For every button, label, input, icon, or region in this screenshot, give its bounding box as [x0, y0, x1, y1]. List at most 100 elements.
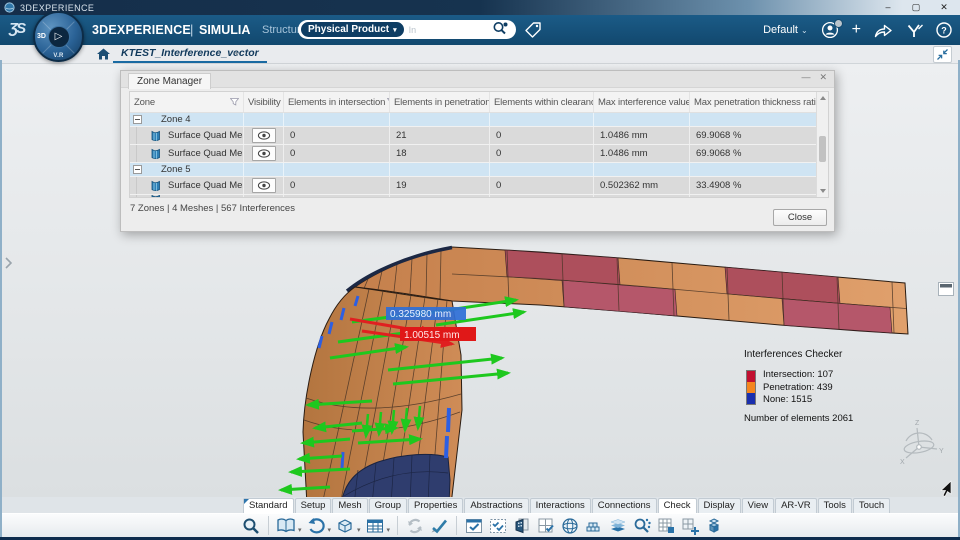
mesh-row[interactable]: Surface Quad Mesh.2 0 19 0 0.502362 mm 3… — [130, 177, 828, 195]
dialog-minimize-icon[interactable]: — — [801, 72, 810, 83]
ribbon-tab-view[interactable]: View — [741, 498, 775, 513]
ribbon-tab-interactions[interactable]: Interactions — [529, 498, 591, 513]
measurement-label-red[interactable]: 1.00515 mm — [400, 327, 476, 341]
toolbar-icon-zoom-details[interactable] — [631, 515, 653, 537]
toolbar-icon-layers[interactable] — [607, 515, 629, 537]
toolbar-icon-window-check[interactable] — [463, 515, 485, 537]
mesh-label: Surface Quad Mesh.2 — [168, 130, 243, 141]
cell-clearance: 0 — [490, 145, 594, 162]
user-avatar[interactable] — [821, 19, 843, 39]
toolbar-icon-cubes[interactable] — [703, 515, 725, 537]
right-panel-icon[interactable] — [938, 282, 954, 296]
zone-manager-dialog[interactable]: Zone Manager — ✕ Zone Visibility Element… — [120, 70, 835, 232]
column-header-max-interference[interactable]: Max interference value — [594, 92, 690, 112]
collapse-view-icon[interactable] — [933, 46, 952, 63]
ribbon-tab-group[interactable]: Group — [368, 498, 408, 513]
minimize-button[interactable]: – — [874, 0, 902, 15]
legend-item: None: 1515 — [763, 394, 813, 405]
visibility-eye-icon[interactable] — [251, 146, 276, 161]
column-header-max-ratio[interactable]: Max penetration thickness ratio — [690, 92, 817, 112]
toolbar-icon-grid-cube[interactable] — [655, 515, 677, 537]
toolbar-icon-undo[interactable] — [305, 515, 327, 537]
dialog-titlebar[interactable] — [121, 71, 834, 88]
maximize-button[interactable]: ▢ — [902, 0, 930, 15]
new-tab-button[interactable]: + — [233, 46, 240, 60]
toolbar-icon-solid-shape[interactable] — [334, 515, 356, 537]
toolbar-icon-grid-add[interactable] — [679, 515, 701, 537]
toolbar-icon-data-table[interactable] — [364, 515, 386, 537]
column-header-visibility[interactable]: Visibility — [244, 92, 284, 112]
toolbar-icon-window-multi-check[interactable] — [487, 515, 509, 537]
mesh-row[interactable]: Surface Quad Mesh.2 0 21 0 1.0486 mm 69.… — [130, 127, 828, 145]
search-icon[interactable] — [492, 20, 509, 40]
ribbon-tab-display[interactable]: Display — [697, 498, 741, 513]
column-header-zone[interactable]: Zone — [130, 92, 244, 112]
app-header: ƷS 3DEXPERIENCE | SIMULIA Structural Mod… — [0, 15, 960, 45]
zone-group-row[interactable]: Zone 4 — [130, 113, 828, 127]
column-header-penetration[interactable]: Elements in penetration — [390, 92, 490, 112]
document-tab[interactable]: KTEST_Interference_vector — [113, 45, 267, 63]
close-button[interactable]: ✕ — [930, 0, 958, 15]
search-input[interactable]: In — [409, 25, 492, 35]
add-content-button[interactable]: + — [852, 22, 861, 38]
visibility-eye-icon[interactable] — [251, 128, 276, 143]
toolbar-icon-building-copy[interactable] — [511, 515, 533, 537]
tag-icon[interactable] — [524, 21, 543, 44]
column-header-clearance[interactable]: Elements within clearance — [490, 92, 594, 112]
ribbon-tab-setup[interactable]: Setup — [294, 498, 332, 513]
toolbar-icon-sphere-mesh[interactable] — [559, 515, 581, 537]
search-bar[interactable]: Physical Product ▾ In — [298, 20, 516, 39]
3dswym-icon[interactable] — [906, 23, 923, 38]
ribbon-tab-connections[interactable]: Connections — [591, 498, 657, 513]
table-scrollbar[interactable] — [816, 92, 828, 197]
search-scope-dropdown[interactable]: Physical Product ▾ — [301, 22, 404, 37]
compass-play-icon[interactable]: ▷ — [47, 25, 70, 48]
mesh-row[interactable]: Surface Quad Mesh.1 0 18 0 1.0486 mm 69.… — [130, 145, 828, 163]
toolbar-icon-zoom-area[interactable] — [240, 515, 262, 537]
compass-vr-label[interactable]: V.R — [53, 53, 63, 59]
toolbar-icon-brick-grid[interactable] — [583, 515, 605, 537]
scroll-up-icon[interactable] — [819, 96, 826, 100]
collapse-expander-icon[interactable] — [133, 165, 142, 174]
visibility-eye-icon[interactable] — [251, 178, 276, 193]
compass-widget[interactable]: ▷ 3D V.R — [33, 11, 84, 62]
scroll-down-icon[interactable] — [819, 189, 826, 193]
ribbon-tab-standard[interactable]: Standard — [243, 498, 294, 513]
compass-3d-label[interactable]: 3D — [37, 33, 46, 40]
zone-group-row[interactable]: Zone 5 — [130, 163, 828, 177]
column-header-intersection[interactable]: Elements in intersection — [284, 92, 390, 112]
toolbar-icon-grid-check[interactable] — [535, 515, 557, 537]
dropdown-caret-icon[interactable]: ▾ — [298, 526, 302, 534]
scrollbar-thumb[interactable] — [819, 136, 826, 162]
home-icon[interactable] — [97, 48, 110, 60]
collapse-expander-icon[interactable] — [133, 115, 142, 124]
dropdown-caret-icon[interactable]: ▾ — [387, 526, 391, 534]
close-dialog-button[interactable]: Close — [773, 209, 827, 226]
expand-left-panel-icon[interactable] — [4, 256, 13, 270]
axis-triad[interactable]: Z Y X — [900, 420, 944, 466]
help-icon[interactable]: ? — [936, 22, 952, 38]
ribbon-tab-check[interactable]: Check — [657, 498, 697, 513]
dropdown-caret-icon[interactable]: ▾ — [328, 526, 332, 534]
toolbar-icon-validate-check[interactable] — [428, 515, 450, 537]
ribbon-tab-tools[interactable]: Tools — [817, 498, 852, 513]
zone-table: Zone Visibility Elements in intersection… — [129, 91, 829, 198]
toolbar-icon-refresh[interactable] — [404, 515, 426, 537]
profile-dropdown[interactable]: Default ⌄ — [763, 24, 808, 36]
window-titlebar[interactable]: 3DEXPERIENCE – ▢ ✕ — [0, 0, 960, 15]
ribbon-tab-touch[interactable]: Touch — [852, 498, 891, 513]
share-icon[interactable] — [874, 23, 893, 38]
ribbon-tab-ar-vr[interactable]: AR-VR — [775, 498, 817, 513]
toolbar-icon-catalog-book[interactable] — [275, 515, 297, 537]
dialog-title-tab[interactable]: Zone Manager — [128, 73, 212, 89]
ribbon-tab-abstractions[interactable]: Abstractions — [464, 498, 529, 513]
ribbon-tab-properties[interactable]: Properties — [408, 498, 464, 513]
zone-label: Zone 5 — [161, 164, 191, 175]
dropdown-caret-icon[interactable]: ▾ — [357, 526, 361, 534]
dialog-close-icon[interactable]: ✕ — [819, 72, 827, 83]
ribbon-tab-mesh[interactable]: Mesh — [332, 498, 368, 513]
mesh-icon — [150, 130, 161, 142]
mesh-row-clipped[interactable] — [130, 195, 828, 197]
dialog-title: Zone Manager — [137, 76, 203, 87]
measurement-label-blue[interactable]: 0.325980 mm — [386, 307, 466, 320]
